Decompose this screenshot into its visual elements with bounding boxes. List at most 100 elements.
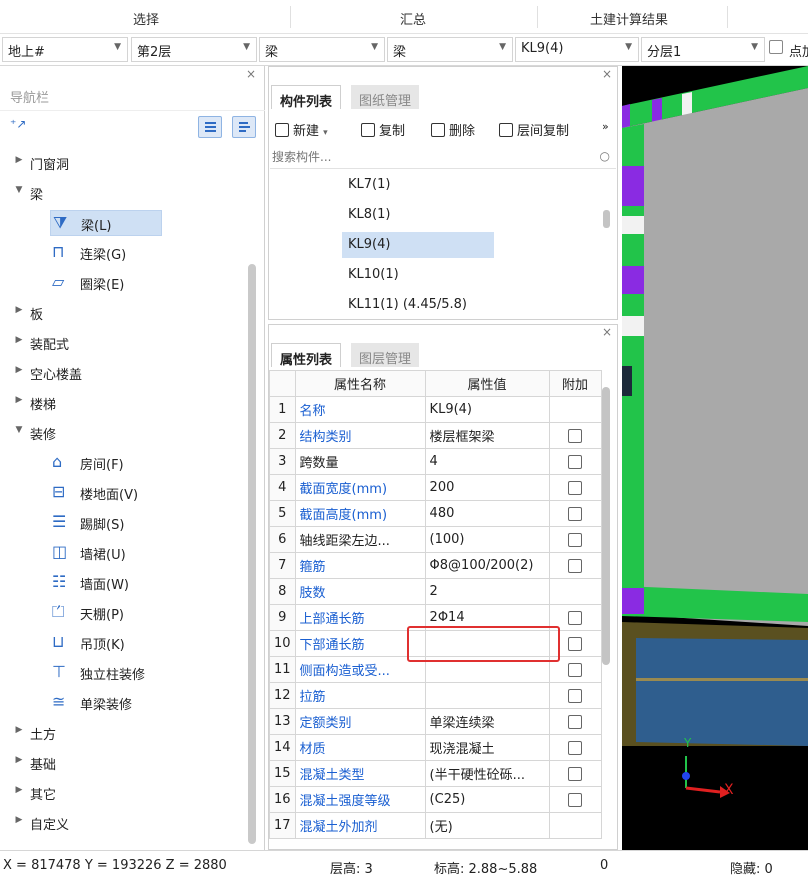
additional-checkbox[interactable]: [568, 766, 583, 781]
caret-right-icon[interactable]: ▶: [14, 785, 24, 795]
property-value[interactable]: (C25): [424, 786, 550, 813]
additional-checkbox[interactable]: [568, 506, 583, 521]
property-row[interactable]: 7 箍筋 Φ8@100/200(2): [269, 552, 602, 579]
floor-copy-button[interactable]: 层间复制: [499, 120, 569, 139]
property-row[interactable]: 14 材质 现浇混凝土: [269, 734, 602, 761]
component-list-item[interactable]: KL11(1) (4.45/5.8): [342, 292, 572, 318]
nav-item-11[interactable]: ⊟ 楼地面(V): [50, 480, 230, 506]
property-row[interactable]: 13 定额类别 单梁连续梁: [269, 708, 602, 735]
additional-checkbox[interactable]: [568, 610, 583, 625]
component-scrollbar[interactable]: [603, 210, 610, 228]
ribbon-tab-summary[interactable]: 汇总: [400, 9, 426, 28]
nav-item-9[interactable]: ▼ 装修: [14, 420, 214, 446]
property-value[interactable]: (100): [424, 526, 550, 553]
property-row[interactable]: 4 截面宽度(mm) 200: [269, 474, 602, 501]
caret-right-icon[interactable]: ▶: [14, 155, 24, 165]
category-select[interactable]: 梁 ▼: [259, 37, 385, 62]
search-icon[interactable]: ○: [600, 149, 610, 163]
property-row[interactable]: 3 跨数量 4: [269, 448, 602, 475]
additional-checkbox[interactable]: [568, 688, 583, 703]
close-icon[interactable]: ×: [246, 67, 256, 81]
nav-item-1[interactable]: ▼ 梁: [14, 180, 214, 206]
additional-checkbox[interactable]: [568, 740, 583, 755]
additional-checkbox[interactable]: [568, 662, 583, 677]
new-button[interactable]: 新建 ▾: [275, 120, 328, 139]
nav-item-3[interactable]: ⊓ 连梁(G): [50, 240, 230, 266]
detail-view-icon[interactable]: [232, 116, 256, 138]
nav-item-18[interactable]: ≅ 单梁装修: [50, 690, 230, 716]
component-list-item[interactable]: KL9(4): [342, 232, 494, 258]
property-value[interactable]: (无): [424, 812, 550, 839]
property-row[interactable]: 6 轴线距梁左边... (100): [269, 526, 602, 553]
property-row[interactable]: 16 混凝土强度等级 (C25): [269, 786, 602, 813]
caret-right-icon[interactable]: ▶: [14, 395, 24, 405]
property-value[interactable]: 现浇混凝土: [424, 734, 550, 761]
property-row[interactable]: 15 混凝土类型 (半干硬性砼砾...: [269, 760, 602, 787]
expand-icon[interactable]: ⁺↗: [10, 117, 26, 131]
tab-property-list[interactable]: 属性列表: [271, 343, 342, 368]
additional-checkbox[interactable]: [568, 636, 583, 651]
property-row[interactable]: 2 结构类别 楼层框架梁: [269, 422, 602, 449]
search-input[interactable]: [270, 147, 570, 167]
additional-checkbox[interactable]: [568, 454, 583, 469]
list-view-icon[interactable]: [198, 116, 222, 138]
close-icon[interactable]: ×: [602, 67, 612, 81]
delete-button[interactable]: 删除: [431, 120, 475, 139]
property-value[interactable]: 4: [424, 448, 550, 475]
caret-right-icon[interactable]: ▶: [14, 305, 24, 315]
property-row[interactable]: 1 名称 KL9(4): [269, 396, 602, 423]
component-list-item[interactable]: KL7(1): [342, 172, 494, 198]
nav-scrollbar[interactable]: [248, 264, 256, 844]
nav-item-19[interactable]: ▶ 土方: [14, 720, 214, 746]
nav-item-17[interactable]: ⊤ 独立柱装修: [50, 660, 230, 686]
additional-checkbox[interactable]: [568, 558, 583, 573]
nav-item-15[interactable]: ⏍ 天棚(P): [50, 600, 230, 626]
nav-item-20[interactable]: ▶ 基础: [14, 750, 214, 776]
nav-item-10[interactable]: ⌂ 房间(F): [50, 450, 230, 476]
caret-right-icon[interactable]: ▶: [14, 815, 24, 825]
property-row[interactable]: 8 肢数 2: [269, 578, 602, 605]
nav-item-13[interactable]: ◫ 墙裙(U): [50, 540, 230, 566]
property-value[interactable]: (半干硬性砼砾...: [424, 760, 550, 787]
nav-item-7[interactable]: ▶ 空心楼盖: [14, 360, 214, 386]
component-list-item[interactable]: KL10(1): [342, 262, 494, 288]
property-scrollbar[interactable]: [602, 387, 610, 665]
more-tools-button[interactable]: »: [602, 120, 609, 133]
tab-drawing-management[interactable]: 图纸管理: [351, 85, 420, 109]
ribbon-tab-select[interactable]: 选择: [133, 9, 159, 28]
nav-item-0[interactable]: ▶ 门窗洞: [14, 150, 214, 176]
caret-right-icon[interactable]: ▶: [14, 755, 24, 765]
nav-item-14[interactable]: ☷ 墙面(W): [50, 570, 230, 596]
nav-item-22[interactable]: ▶ 自定义: [14, 810, 214, 836]
point-add-checkbox[interactable]: [769, 40, 783, 54]
property-value[interactable]: 200: [424, 474, 550, 501]
caret-right-icon[interactable]: ▶: [14, 365, 24, 375]
nav-item-4[interactable]: ▱ 圈梁(E): [50, 270, 230, 296]
property-value[interactable]: Φ8@100/200(2): [424, 552, 550, 579]
nav-item-8[interactable]: ▶ 楼梯: [14, 390, 214, 416]
property-row[interactable]: 12 拉筋: [269, 682, 602, 709]
floor-select[interactable]: 第2层 ▼: [131, 37, 257, 62]
caret-right-icon[interactable]: ▶: [14, 335, 24, 345]
property-value[interactable]: KL9(4): [424, 396, 550, 423]
property-row[interactable]: 17 混凝土外加剂 (无): [269, 812, 602, 839]
nav-item-16[interactable]: ⊔ 吊顶(K): [50, 630, 230, 656]
nav-item-5[interactable]: ▶ 板: [14, 300, 214, 326]
caret-right-icon[interactable]: ▶: [14, 725, 24, 735]
additional-checkbox[interactable]: [568, 428, 583, 443]
caret-down-icon[interactable]: ▼: [14, 425, 24, 435]
tab-component-list[interactable]: 构件列表: [271, 85, 342, 110]
3d-viewport[interactable]: Y X: [622, 66, 808, 850]
property-value[interactable]: [424, 682, 550, 709]
close-icon[interactable]: ×: [602, 325, 612, 339]
nav-item-21[interactable]: ▶ 其它: [14, 780, 214, 806]
tab-layer-management[interactable]: 图层管理: [351, 343, 420, 367]
component-select[interactable]: KL9(4) ▼: [515, 37, 639, 62]
property-row[interactable]: 5 截面高度(mm) 480: [269, 500, 602, 527]
nav-item-2[interactable]: ⧩ 梁(L): [50, 210, 162, 236]
component-list-item[interactable]: KL8(1): [342, 202, 494, 228]
caret-down-icon[interactable]: ▼: [14, 185, 24, 195]
nav-item-6[interactable]: ▶ 装配式: [14, 330, 214, 356]
subcategory-select[interactable]: 梁 ▼: [387, 37, 513, 62]
property-value[interactable]: 480: [424, 500, 550, 527]
